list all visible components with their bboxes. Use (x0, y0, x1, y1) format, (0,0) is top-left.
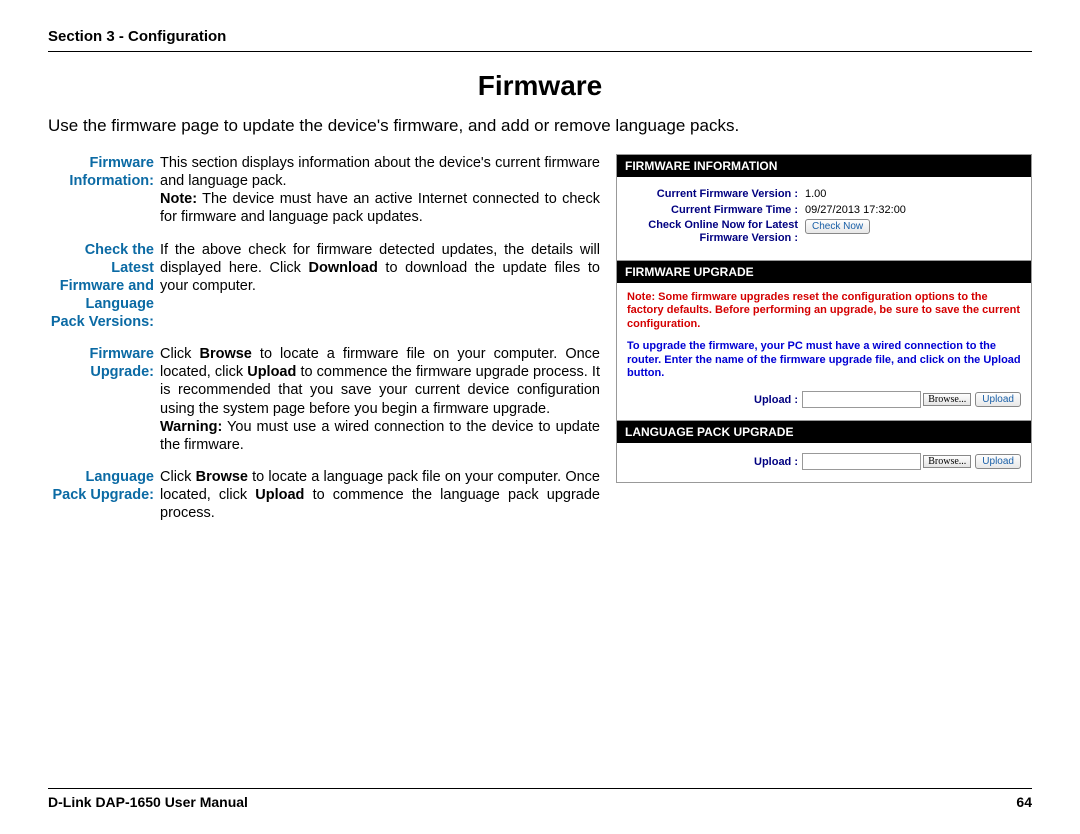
check-bold: Download (309, 260, 378, 276)
firmware-upgrade-note-blue: To upgrade the firmware, your PC must ha… (627, 340, 1021, 381)
lang-file-input[interactable] (802, 453, 921, 470)
lu-b2: Upload (255, 487, 304, 503)
lang-upload-label: Upload : (627, 456, 802, 468)
body-firmware-info: This section displays information about … (160, 154, 600, 241)
fu-b1: Browse (199, 346, 251, 362)
bottom-rule (48, 788, 1032, 789)
warn-text: You must use a wired connection to the d… (160, 419, 600, 453)
lu-b1: Browse (196, 469, 248, 485)
value-current-version: 1.00 (802, 188, 826, 200)
firmware-upload-label: Upload : (627, 394, 802, 406)
page-title: Firmware (48, 70, 1032, 102)
lu-pre: Click (160, 469, 196, 485)
check-now-button[interactable]: Check Now (805, 219, 870, 234)
firmware-upgrade-warning-red: Note: Some firmware upgrades reset the c… (627, 291, 1021, 332)
value-current-time: 09/27/2013 17:32:00 (802, 204, 906, 216)
note-text: The device must have an active Internet … (160, 191, 600, 225)
label-check-online: Check Online Now for Latest Firmware Ver… (627, 219, 802, 244)
panel-header-lang-upgrade: LANGUAGE PACK UPGRADE (617, 421, 1031, 443)
firmware-upload-button[interactable]: Upload (975, 392, 1021, 407)
firmware-file-input[interactable] (802, 391, 921, 408)
panel-header-firmware-info: FIRMWARE INFORMATION (617, 155, 1031, 177)
term-firmware-upgrade: Firmware Upgrade: (48, 345, 160, 468)
definitions-column: Firmware Information: This section displ… (48, 154, 600, 536)
firmware-browse-button[interactable]: Browse... (923, 393, 971, 406)
body-check-latest: If the above check for firmware detected… (160, 241, 600, 346)
fu-b2: Upload (247, 364, 296, 380)
warn-label: Warning: (160, 419, 222, 435)
label-current-time: Current Firmware Time : (627, 204, 802, 217)
check-online-colon: : (791, 232, 798, 244)
note-label: Note: (160, 191, 197, 207)
intro-text: Use the firmware page to update the devi… (48, 116, 1032, 136)
router-screenshot-panel: FIRMWARE INFORMATION Current Firmware Ve… (616, 154, 1032, 483)
body-firmware-info-text: This section displays information about … (160, 155, 600, 189)
term-check-latest: Check the Latest Firmware and Language P… (48, 241, 160, 346)
panel-header-firmware-upgrade: FIRMWARE UPGRADE (617, 261, 1031, 283)
lang-browse-button[interactable]: Browse... (923, 455, 971, 468)
label-current-version: Current Firmware Version : (627, 188, 802, 201)
footer-manual-name: D-Link DAP-1650 User Manual (48, 794, 248, 810)
body-firmware-upgrade: Click Browse to locate a firmware file o… (160, 345, 600, 468)
lang-upload-button[interactable]: Upload (975, 454, 1021, 469)
check-online-text: Check Online Now for Latest Firmware Ver… (648, 219, 798, 244)
term-firmware-info: Firmware Information: (48, 154, 160, 241)
body-lang-upgrade: Click Browse to locate a language pack f… (160, 468, 600, 536)
fu-pre: Click (160, 346, 199, 362)
footer-page-number: 64 (1016, 794, 1032, 810)
top-rule (48, 51, 1032, 52)
term-lang-upgrade: Language Pack Upgrade: (48, 468, 160, 536)
section-header: Section 3 - Configuration (48, 28, 1032, 45)
